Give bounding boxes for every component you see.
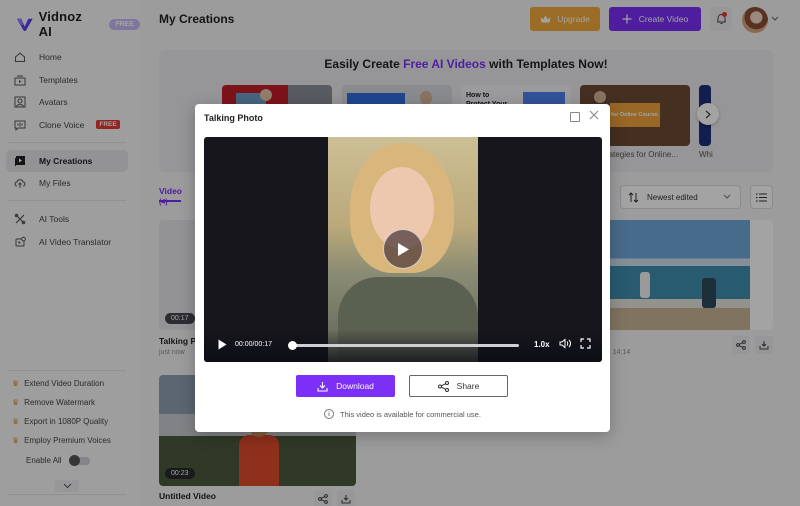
talking-photo-modal: Talking Photo 00:00/00:17 1.0x Download … — [195, 104, 610, 432]
time-readout: 00:00/00:17 — [235, 341, 272, 348]
download-button[interactable]: Download — [296, 375, 395, 397]
download-icon — [317, 381, 328, 392]
commercial-use-note: i This video is available for commercial… — [195, 409, 610, 419]
fullscreen-icon — [580, 338, 591, 349]
volume-button[interactable] — [559, 338, 572, 352]
play-button[interactable] — [218, 339, 227, 353]
volume-icon — [559, 338, 571, 349]
share-label: Share — [456, 381, 480, 391]
playback-speed-button[interactable]: 1.0x — [534, 340, 550, 349]
fullscreen-button[interactable] — [580, 338, 591, 352]
play-overlay-button[interactable] — [383, 229, 423, 269]
progress-knob[interactable] — [288, 341, 297, 350]
close-icon — [589, 110, 599, 120]
share-icon — [437, 380, 449, 392]
video-player[interactable]: 00:00/00:17 1.0x — [204, 137, 602, 362]
info-icon: i — [324, 409, 335, 419]
progress-bar[interactable] — [288, 341, 519, 350]
play-icon — [218, 339, 227, 350]
play-icon — [397, 242, 409, 256]
close-button[interactable] — [589, 109, 599, 123]
share-button[interactable]: Share — [409, 375, 508, 397]
modal-title: Talking Photo — [204, 113, 263, 123]
download-label: Download — [336, 381, 374, 391]
player-controls: 00:00/00:17 1.0x — [204, 329, 602, 362]
maximize-button[interactable] — [570, 112, 580, 122]
note-text: This video is available for commercial u… — [340, 409, 481, 419]
